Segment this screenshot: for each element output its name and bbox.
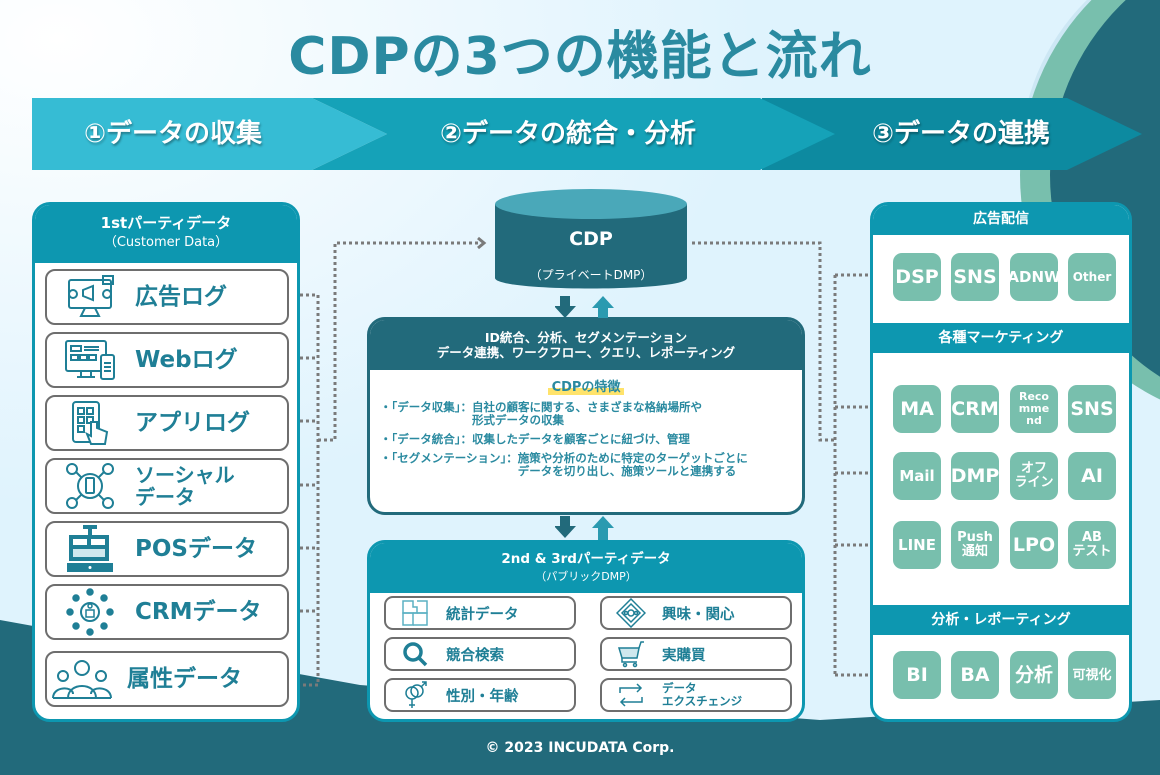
source-ad-log[interactable]: 広告ログ [45,269,289,325]
public-item-label: 統計データ [446,606,519,623]
cdp-title: CDP [569,228,613,250]
integration-tile[interactable]: オフ ライン [1010,452,1058,500]
source-label: CRMデータ [135,599,262,625]
source-crm-data[interactable]: CRMデータ [45,584,289,640]
source-label: 広告ログ [135,284,227,310]
first-party-title: 1stパーティデータ [100,214,232,232]
integration-tile[interactable]: DMP [951,452,999,500]
source-label: POSデータ [135,536,257,562]
section-marketing-title: 各種マーケティング [873,323,1129,353]
integration-tile[interactable]: Mail [893,452,941,500]
integration-tile[interactable]: BA [951,651,999,699]
source-label: Webログ [135,347,238,373]
public-item-purchases[interactable]: 実購買 [600,637,792,671]
first-party-subtitle: （Customer Data） [103,235,229,250]
down-arrow-icon [555,296,576,318]
web-devices-icon [59,335,121,385]
tablet-tap-icon [59,398,121,448]
integration-tile[interactable]: LINE [893,521,941,569]
feature-item: ・「セグメンテーション」： 施策や分析のために特定のターゲットごとに データを切り… [380,451,748,478]
integration-tile[interactable]: Push 通知 [951,521,999,569]
features-list: ・「データ収集」： 自社の顧客に関する、さまざまな格納場所や 形式データの収集 ・… [380,401,802,478]
search-icon [398,639,432,669]
source-attribute-data[interactable]: 属性データ [45,651,289,707]
public-item-label: 興味・関心 [662,606,735,623]
cdp-functions-header: ID統合、分析、セグメンテーション データ連携、ワークフロー、クエリ、レポーティ… [370,320,802,370]
down-arrow-icon [555,516,576,538]
public-item-label: データ エクスチェンジ [662,681,743,708]
public-item-data-exchange[interactable]: データ エクスチェンジ [600,678,792,712]
integration-tile[interactable]: BI [893,651,941,699]
source-label: アプリログ [135,410,250,436]
integration-tile[interactable]: MA [893,385,941,433]
public-item-label: 競合検索 [446,647,504,664]
source-label: 属性データ [127,666,242,692]
functions-line-2: データ連携、ワークフロー、クエリ、レポーティング [436,345,736,360]
people-group-icon [51,654,113,704]
sync-arrows-top [555,296,614,318]
first-party-panel: 1stパーティデータ （Customer Data） 広告ログ Webログ アプ… [32,202,300,722]
source-pos-data[interactable]: POSデータ [45,521,289,577]
public-item-statistics[interactable]: 統計データ [384,596,576,630]
functions-line-1: ID統合、分析、セグメンテーション [484,330,688,345]
cdp-subtitle: （プライベートDMP） [529,268,653,282]
social-network-icon [59,461,121,511]
public-item-competitor-search[interactable]: 競合検索 [384,637,576,671]
integration-tile[interactable]: LPO [1010,521,1058,569]
integration-tile[interactable]: 分析 [1010,651,1058,699]
integration-tile[interactable]: Reco mme nd [1010,385,1058,433]
public-dmp-subtitle: （パブリックDMP） [535,570,637,583]
integration-tile[interactable]: AI [1068,452,1116,500]
gender-icon [398,680,432,710]
copyright-footer: © 2023 INCUDATA Corp. [485,740,675,756]
crm-hub-icon [59,587,121,637]
up-arrow-icon [592,296,614,318]
integration-tile[interactable]: AB テスト [1068,521,1116,569]
integration-tile[interactable]: DSP [893,253,941,301]
source-web-log[interactable]: Webログ [45,332,289,388]
integrations-panel: 広告配信 各種マーケティング 分析・レポーティング DSP SNS ADNW Othe… [870,202,1132,722]
integration-tile[interactable]: ADNW [1007,253,1061,301]
integration-tile[interactable]: SNS [1068,385,1116,433]
integration-tile[interactable]: SNS [951,253,999,301]
up-arrow-icon [592,516,614,540]
ad-monitor-icon [59,272,121,322]
public-item-gender-age[interactable]: 性別・年齢 [384,678,576,712]
integration-tile[interactable]: 可視化 [1068,651,1116,699]
source-label: ソーシャル データ [135,463,235,509]
interest-diamond-icon [614,598,648,628]
shopping-cart-icon [614,639,648,669]
source-app-log[interactable]: アプリログ [45,395,289,451]
section-ad-delivery-title: 広告配信 [873,205,1129,235]
public-item-interests[interactable]: 興味・関心 [600,596,792,630]
section-analytics-title: 分析・レポーティング [873,605,1129,635]
cash-register-icon [59,524,121,574]
integration-tile[interactable]: CRM [951,385,999,433]
public-item-label: 実購買 [662,647,706,664]
source-social-data[interactable]: ソーシャル データ [45,458,289,514]
cdp-functions-panel: ID統合、分析、セグメンテーション データ連携、ワークフロー、クエリ、レポーティ… [367,317,805,515]
public-dmp-panel: 2nd & 3rdパーティデータ （パブリックDMP） 統計データ 興味・関心 … [367,540,805,722]
feature-item: ・「データ収集」： 自社の顧客に関する、さまざまな格納場所や 形式データの収集 [380,400,702,427]
public-item-label: 性別・年齢 [446,688,519,705]
puzzle-icon [398,598,432,628]
feature-item: ・「データ統合」： 収集したデータを顧客ごとに紐づけ、管理 [380,432,690,446]
exchange-arrows-icon [614,680,648,710]
public-dmp-header: 2nd & 3rdパーティデータ （パブリックDMP） [370,543,802,593]
integration-tile[interactable]: Other [1068,253,1116,301]
first-party-header: 1stパーティデータ （Customer Data） [35,205,297,263]
public-dmp-title: 2nd & 3rdパーティデータ [501,551,671,567]
features-title: CDPの特徴 [370,376,802,395]
sync-arrows-bottom [555,516,614,540]
